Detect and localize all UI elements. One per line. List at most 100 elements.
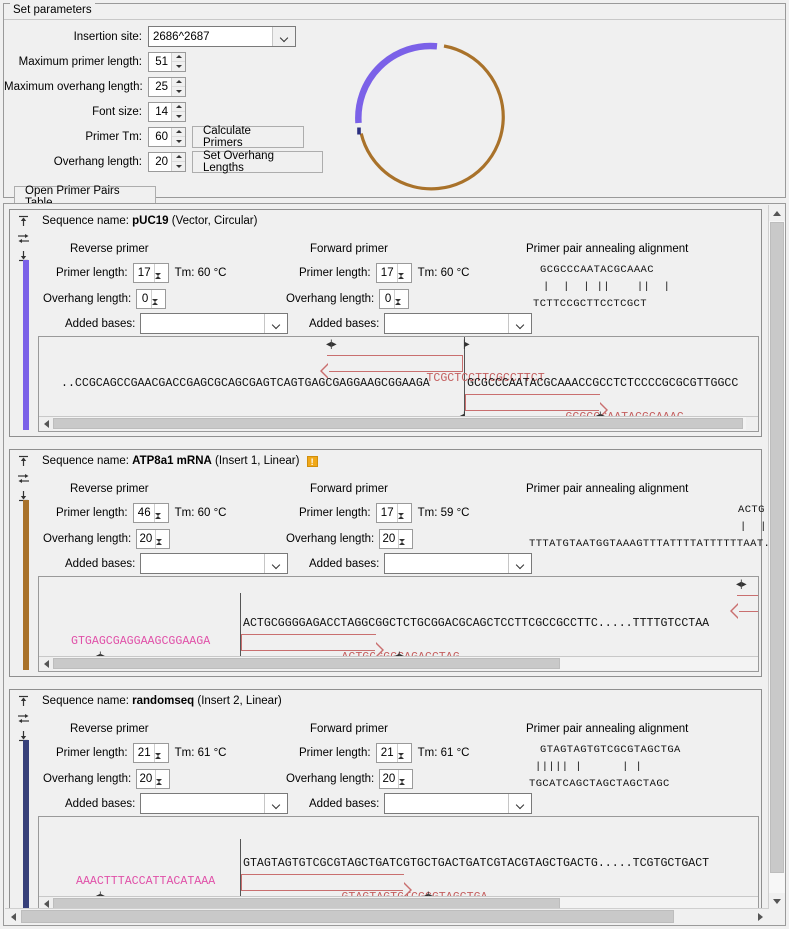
swap-strands-icon[interactable] [16,471,31,486]
move-to-top-icon[interactable] [16,694,31,709]
move-to-top-icon[interactable] [16,214,31,229]
plasmid-circle-svg [334,28,564,208]
scroll-down-icon[interactable] [769,893,785,909]
forward-primer-length-stepper[interactable]: 17 [376,503,412,523]
forward-added-bases-select[interactable] [384,313,532,334]
forward-overhang-length-stepper[interactable]: 0 [379,289,409,309]
stepper-down-icon[interactable] [172,87,185,96]
forward-added-bases-select[interactable] [384,793,532,814]
stepper-up-icon[interactable] [172,128,185,138]
reverse-primer-length-stepper[interactable]: 46 [133,503,169,523]
stepper-buttons[interactable] [171,53,185,71]
sequence-panel-atp8a1: Sequence name: ATP8a1 mRNA (Insert 1, Li… [9,449,762,677]
reverse-primer-length-stepper[interactable]: 21 [133,743,169,763]
reverse-primer-length-row: Primer length: 17 Tm: 60 °C [56,263,226,283]
reverse-added-bases-select[interactable] [140,793,288,814]
vscroll-thumb[interactable] [770,222,784,873]
forward-primer-header: Forward primer [310,723,388,735]
reverse-primer-tm: Tm: 60 °C [175,267,227,279]
set-overhang-lengths-button[interactable]: Set Overhang Lengths [192,151,323,173]
stepper-down-icon[interactable] [172,137,185,146]
sequence-name-label: Sequence name: [42,215,129,227]
move-to-top-icon[interactable] [16,454,31,469]
reverse-primer-arrow-atp8a1[interactable]: AGGATT [737,595,758,612]
max-overhang-length-stepper[interactable]: 25 [148,77,186,97]
forward-added-bases-select[interactable] [384,553,532,574]
hscroll-thumb[interactable] [21,910,674,923]
chevron-down-icon[interactable] [264,314,287,333]
stepper-buttons[interactable] [171,128,185,146]
stepper-up-icon[interactable] [172,103,185,113]
forward-primer-arrow-puc19[interactable]: GCGCCCAATACGCAAAC [465,394,600,411]
stepper-down-icon[interactable] [172,62,185,71]
stepper-down-icon[interactable] [172,112,185,121]
sequence-view-puc19[interactable]: ◂|▸ |▸ TCGCTCCTTCGCCTTCT ..CCGCAGCCGAACG… [38,336,759,432]
reverse-primer-arrow-puc19[interactable]: TCGCTCCTTCGCCTTCT [327,355,463,372]
reverse-primer-header: Reverse primer [70,483,149,495]
selection-handle-icon[interactable]: ◂|▸ [326,339,336,350]
reverse-added-bases-select[interactable] [140,553,288,574]
swap-strands-icon[interactable] [16,231,31,246]
chevron-down-icon[interactable] [264,554,287,573]
selection-handle-icon[interactable]: ◂|▸ [736,579,746,590]
sequence-name-line: Sequence name: pUC19 (Vector, Circular) [42,215,257,227]
reverse-primer-tm: Tm: 60 °C [175,507,227,519]
forward-primer-arrow-randomseq[interactable]: GTAGTAGTGTCGCGTAGCTGA [241,874,404,891]
sequence-view-atp8a1[interactable]: ◂|▸ AGGATT ACTGCGGGGAGACCTAGGCGGCTCTGCGG… [38,576,759,672]
reverse-overhang-length-stepper[interactable]: 0 [136,289,166,309]
stepper-buttons[interactable] [171,78,185,96]
reverse-primer-length-stepper[interactable]: 17 [133,263,169,283]
sequence-view-randomseq[interactable]: GTAGTAGTGTCGCGTAGCTGATCGTGCTGACTGATCGTAC… [38,816,759,909]
sequence-name-value: pUC19 [132,215,168,227]
chevron-down-icon[interactable] [264,794,287,813]
scroll-left-icon[interactable] [5,909,21,924]
forward-primer-arrow-atp8a1[interactable]: ACTGCGGGGAGACCTAG [241,634,376,651]
chevron-down-icon[interactable] [508,554,531,573]
selection-handle-icon[interactable]: |▸ [463,339,469,350]
swap-strands-icon[interactable] [16,711,31,726]
max-overhang-length-row: Maximum overhang length: 25 [4,74,344,99]
stepper-up-icon[interactable] [172,78,185,88]
primer-tm-stepper[interactable]: 60 [148,127,186,147]
stepper-buttons[interactable] [171,153,185,171]
primer-length-label: Primer length: [299,507,371,519]
chevron-down-icon[interactable] [272,27,295,46]
panel-tools-atp8a1 [13,454,33,505]
panel-color-bar [23,260,29,430]
max-primer-length-value: 51 [149,56,171,68]
forward-overhang-length-stepper[interactable]: 20 [379,769,413,789]
reverse-overhang-length-stepper[interactable]: 20 [136,529,170,549]
forward-overhang-length-stepper[interactable]: 20 [379,529,413,549]
scroll-right-icon[interactable] [752,909,768,924]
scroll-left-icon[interactable] [39,417,53,430]
font-size-stepper[interactable]: 14 [148,102,186,122]
warning-icon[interactable]: ! [307,456,318,467]
calculate-primers-button[interactable]: Calculate Primers [192,126,304,148]
panels-vscrollbar[interactable] [768,205,784,909]
forward-primer-length-stepper[interactable]: 17 [376,263,412,283]
stepper-up-icon[interactable] [172,153,185,163]
scroll-up-icon[interactable] [769,205,785,221]
alignment-header: Primer pair annealing alignment [526,483,688,495]
forward-primer-length-row: Primer length: 17 Tm: 60 °C [299,263,469,283]
max-primer-length-stepper[interactable]: 51 [148,52,186,72]
font-size-value: 14 [149,106,171,118]
reverse-primer-tm: Tm: 61 °C [175,747,227,759]
reverse-overhang-length-stepper[interactable]: 20 [136,769,170,789]
insertion-site-select[interactable]: 2686^2687 [148,26,296,47]
stepper-buttons[interactable] [171,103,185,121]
sequence-hscrollbar-atp8a1[interactable] [39,656,758,671]
reverse-added-bases-row: Added bases: [65,793,288,814]
stepper-down-icon[interactable] [172,162,185,171]
chevron-down-icon[interactable] [508,314,531,333]
panels-hscrollbar[interactable] [5,908,768,924]
sequence-hscrollbar-puc19[interactable] [39,416,758,431]
reverse-added-bases-select[interactable] [140,313,288,334]
forward-primer-tm: Tm: 61 °C [418,747,470,759]
alignment-top-strand: ACTG [738,504,765,516]
forward-primer-length-stepper[interactable]: 21 [376,743,412,763]
overhang-length-stepper[interactable]: 20 [148,152,186,172]
scroll-left-icon[interactable] [39,657,53,670]
chevron-down-icon[interactable] [508,794,531,813]
stepper-up-icon[interactable] [172,53,185,63]
